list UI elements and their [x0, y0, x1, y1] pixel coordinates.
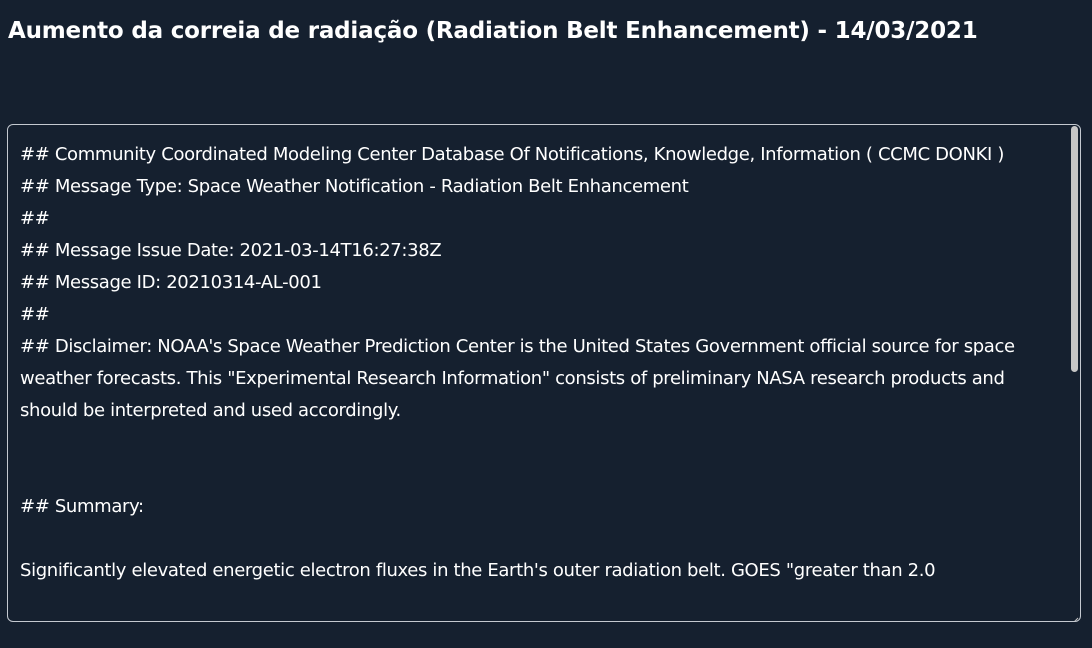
message-line-header: ## Community Coordinated Modeling Center… [20, 144, 1005, 165]
message-line-type: ## Message Type: Space Weather Notificat… [20, 176, 689, 197]
message-line-id: ## Message ID: 20210314-AL-001 [20, 272, 322, 293]
page-title: Aumento da correia de radiação (Radiatio… [8, 18, 978, 44]
vertical-scrollbar[interactable] [1069, 126, 1079, 620]
message-line-separator: ## [20, 304, 50, 325]
message-line-issue-date: ## Message Issue Date: 2021-03-14T16:27:… [20, 240, 442, 261]
message-line-disclaimer: ## Disclaimer: NOAA's Space Weather Pred… [20, 336, 1021, 421]
resize-grip-icon[interactable] [1070, 611, 1079, 621]
message-line-separator: ## [20, 208, 50, 229]
message-content: ## Community Coordinated Modeling Center… [20, 139, 1060, 587]
message-line-summary-heading: ## Summary: [20, 496, 144, 517]
message-line-blank [20, 523, 1060, 555]
message-line-blank [20, 459, 1060, 491]
scrollbar-thumb[interactable] [1071, 126, 1078, 372]
message-textarea[interactable]: ## Community Coordinated Modeling Center… [7, 124, 1081, 622]
message-line-summary-text: Significantly elevated energetic electro… [20, 560, 936, 581]
